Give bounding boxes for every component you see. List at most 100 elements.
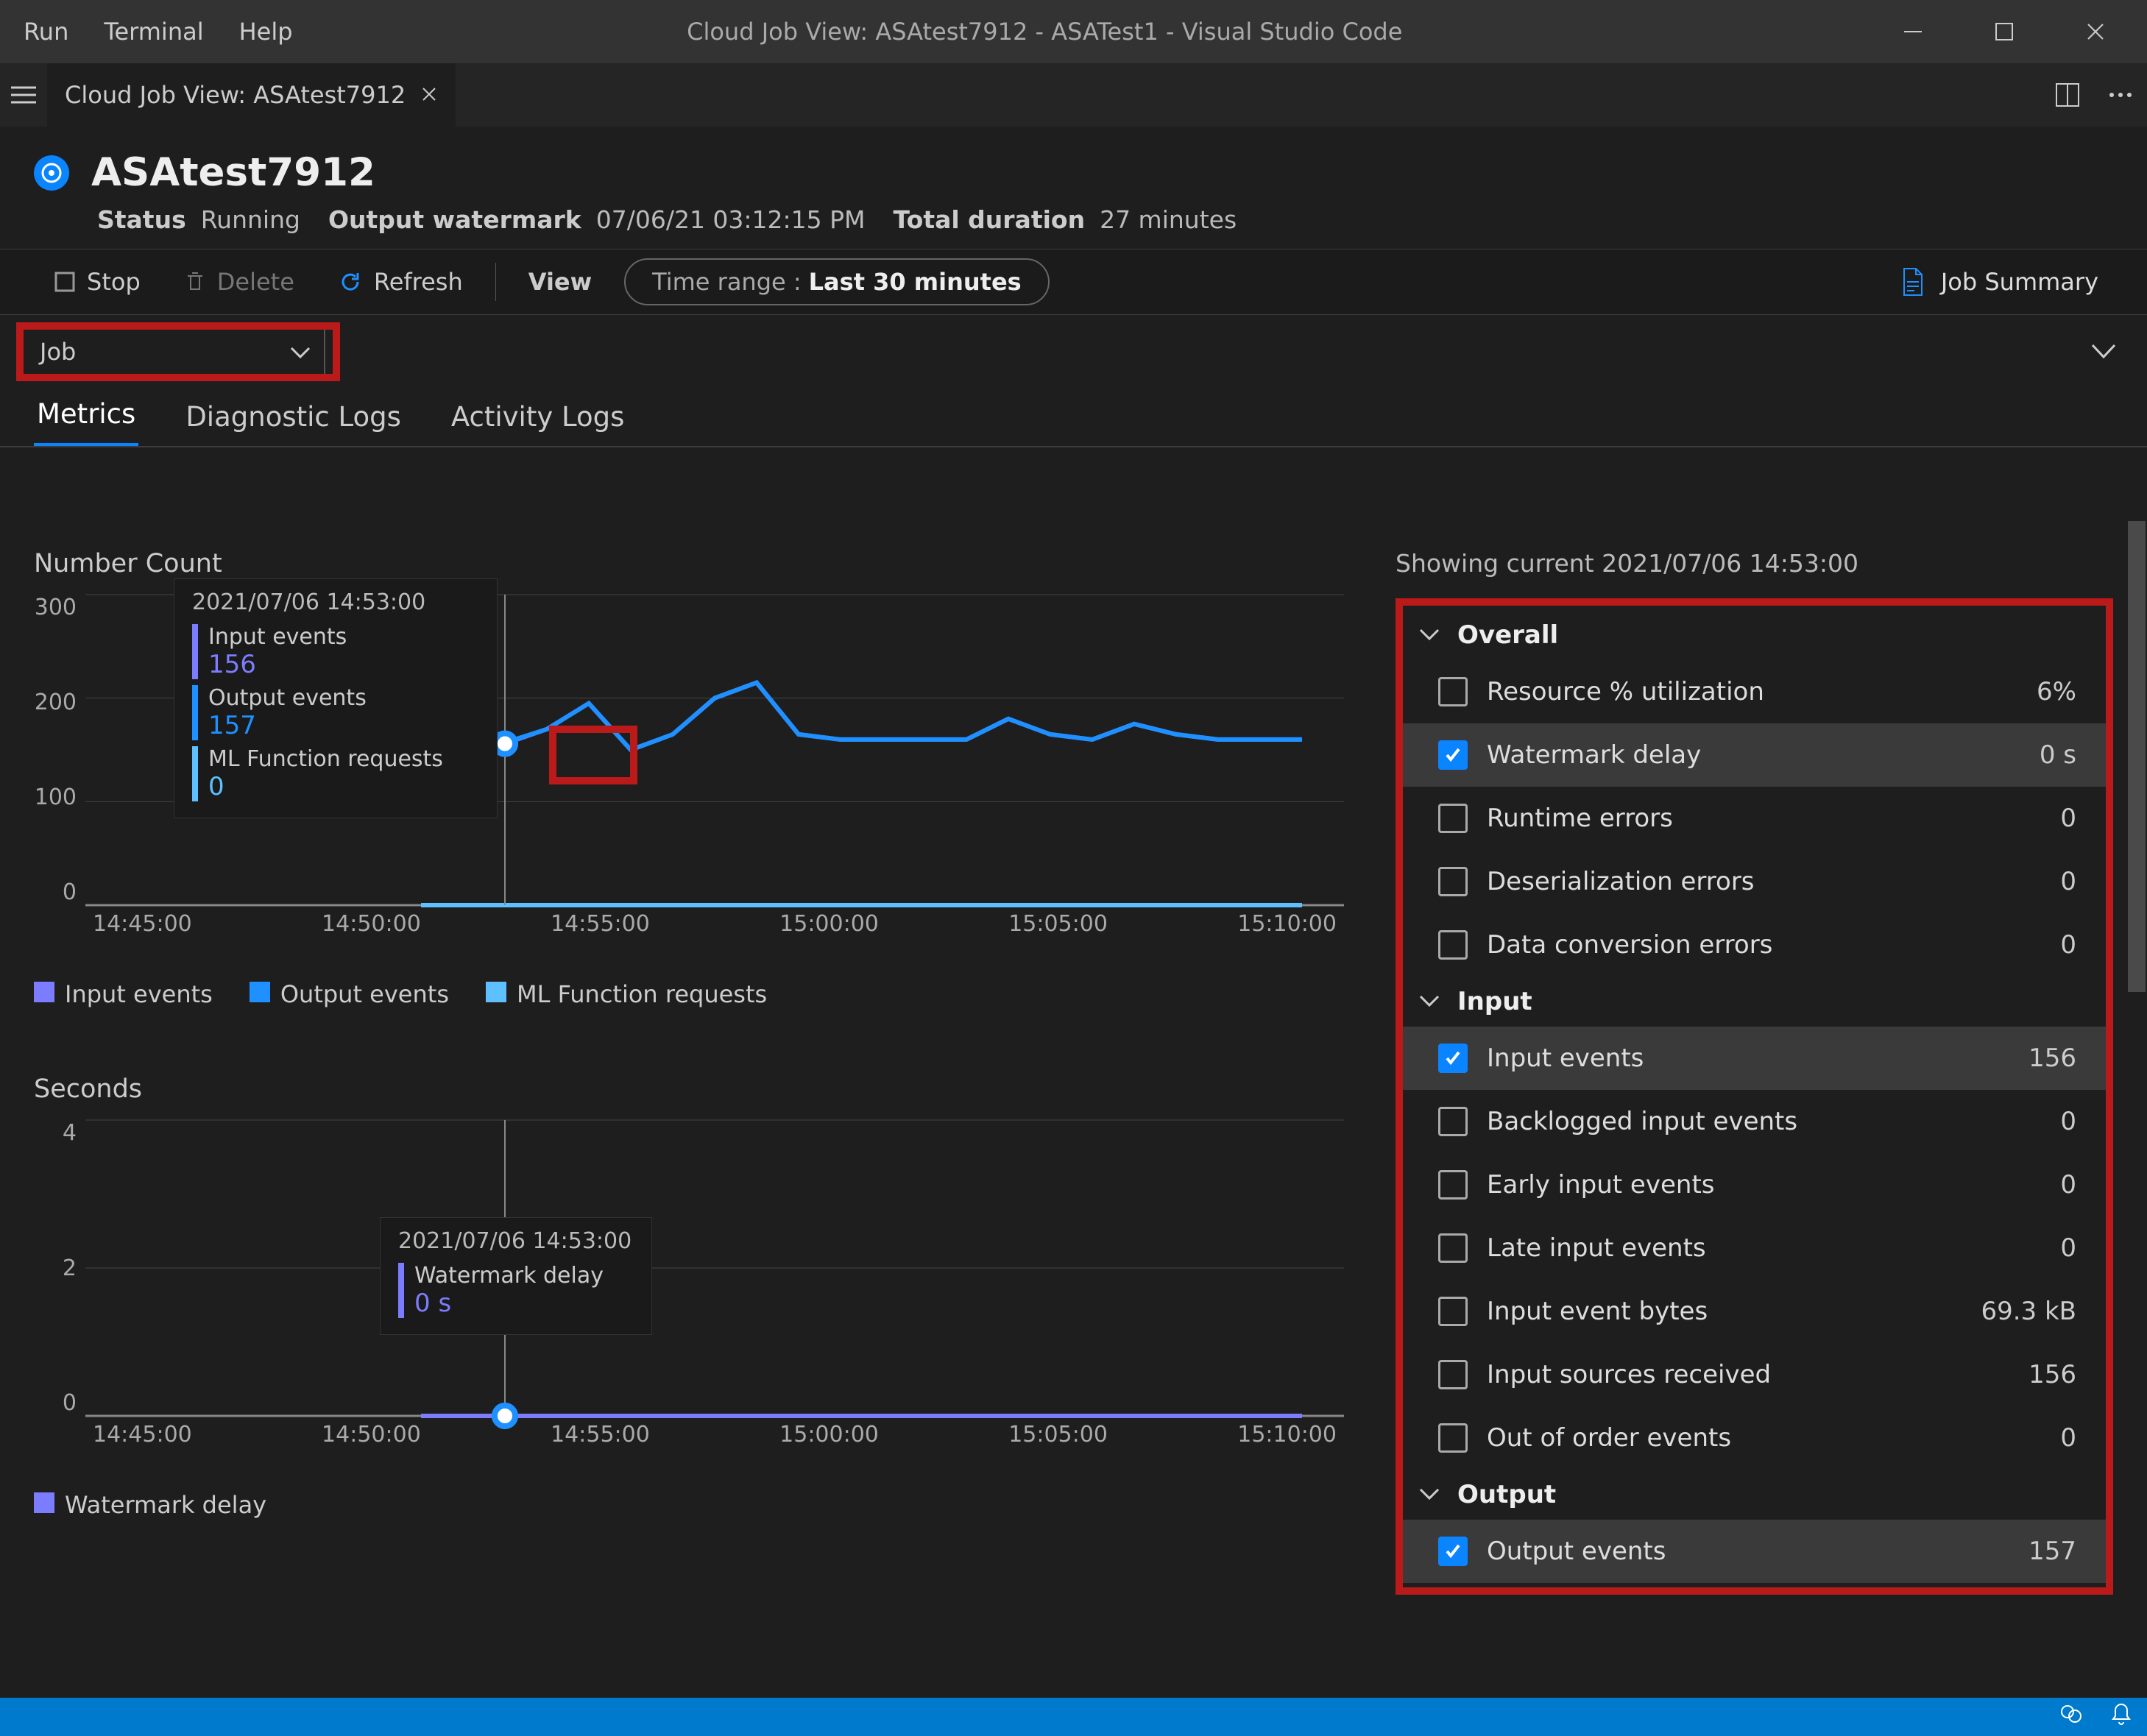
metrics-panel-highlight: OverallResource % utilization6%Watermark… xyxy=(1396,598,2113,1595)
metric-label: Input event bytes xyxy=(1487,1297,1957,1326)
job-header: ASAtest7912 Status Running Output waterm… xyxy=(0,127,2147,249)
menu-run[interactable]: Run xyxy=(6,0,86,63)
metric-value: 0 xyxy=(1976,1423,2094,1453)
job-toolbar: Stop Delete Refresh View Time range : La… xyxy=(0,249,2147,315)
legend-item[interactable]: Output events xyxy=(250,980,449,1008)
chart2-yaxis: 4 2 0 xyxy=(34,1120,85,1416)
timerange-selector[interactable]: Time range : Last 30 minutes xyxy=(624,258,1050,305)
metric-row[interactable]: Input sources received156 xyxy=(1403,1343,2106,1406)
chart-watermark-delay[interactable]: 4 2 0 14:45:0014:50:0014:55:0015:00:0015… xyxy=(34,1114,1344,1460)
chart2-legend: Watermark delay xyxy=(34,1491,1344,1519)
more-icon[interactable] xyxy=(2094,68,2147,121)
checkbox[interactable] xyxy=(1438,804,1468,833)
maximize-icon[interactable] xyxy=(1979,7,2029,57)
metric-label: Input events xyxy=(1487,1044,1957,1073)
chart2-xaxis: 14:45:0014:50:0014:55:0015:00:0015:05:00… xyxy=(85,1422,1344,1460)
tab-activity-logs[interactable]: Activity Logs xyxy=(448,401,628,446)
checkbox[interactable] xyxy=(1438,1537,1468,1566)
close-icon[interactable] xyxy=(2070,7,2121,57)
metrics-group-header[interactable]: Output xyxy=(1403,1470,2106,1520)
chart1-legend: Input events Output events ML Function req… xyxy=(34,980,1344,1008)
metric-row[interactable]: Runtime errors0 xyxy=(1403,787,2106,850)
tab-close-icon[interactable] xyxy=(420,81,438,109)
job-summary-button[interactable]: Job Summary xyxy=(1885,267,2113,297)
refresh-button[interactable]: Refresh xyxy=(318,258,484,305)
metrics-group-header[interactable]: Input xyxy=(1403,977,2106,1027)
chart-number-count[interactable]: 300 200 100 0 14:45:0014:50:0014:55:0015… xyxy=(34,589,1344,949)
checkbox[interactable] xyxy=(1438,677,1468,706)
job-summary-label: Job Summary xyxy=(1941,268,2098,296)
metric-row[interactable]: Data conversion errors0 xyxy=(1403,913,2106,977)
vertical-scrollbar[interactable] xyxy=(2126,520,2147,1698)
chart1-title: Number Count xyxy=(34,549,1344,578)
delete-label: Delete xyxy=(217,268,294,296)
scope-selector[interactable]: Job xyxy=(24,330,324,374)
scroll-thumb[interactable] xyxy=(2128,521,2146,992)
tab-metrics[interactable]: Metrics xyxy=(34,398,138,446)
feedback-icon[interactable] xyxy=(2059,1701,2084,1732)
cursor-marker-highlight xyxy=(549,726,637,784)
split-editor-icon[interactable] xyxy=(2041,68,2094,121)
metric-value: 69.3 kB xyxy=(1976,1297,2094,1326)
checkbox[interactable] xyxy=(1438,1044,1468,1073)
metrics-content: Number Count 300 200 100 0 14:45:0014:50… xyxy=(0,520,2147,1736)
metric-row[interactable]: Late input events0 xyxy=(1403,1216,2106,1280)
legend-item[interactable]: ML Function requests xyxy=(486,980,767,1008)
metric-row[interactable]: Watermark delay0 s xyxy=(1403,723,2106,787)
metric-label: Early input events xyxy=(1487,1170,1957,1200)
metric-row[interactable]: Output events157 xyxy=(1403,1520,2106,1583)
metric-row[interactable]: Early input events0 xyxy=(1403,1153,2106,1216)
metric-row[interactable]: Backlogged input events 0 xyxy=(1403,1090,2106,1153)
status-value: Running xyxy=(201,205,300,234)
menu-terminal[interactable]: Terminal xyxy=(86,0,221,63)
legend-item[interactable]: Input events xyxy=(34,980,213,1008)
chart2-plot xyxy=(85,1120,1344,1416)
metric-row[interactable]: Input event bytes 69.3 kB xyxy=(1403,1280,2106,1343)
checkbox[interactable] xyxy=(1438,740,1468,770)
metric-value: 0 s xyxy=(1976,740,2094,770)
azure-stream-icon xyxy=(34,155,69,191)
bell-icon[interactable] xyxy=(2110,1701,2132,1732)
metric-row[interactable]: Resource % utilization6% xyxy=(1403,660,2106,723)
checkbox[interactable] xyxy=(1438,1360,1468,1389)
metric-value: 156 xyxy=(1976,1044,2094,1073)
menu-icon[interactable] xyxy=(0,85,47,104)
metric-label: Deserialization errors xyxy=(1487,867,1957,896)
metric-label: Input sources received xyxy=(1487,1360,1957,1389)
stop-button[interactable]: Stop xyxy=(34,258,161,305)
metric-value: 0 xyxy=(1976,867,2094,896)
job-title: ASAtest7912 xyxy=(91,150,375,195)
tab-cloud-job-view[interactable]: Cloud Job View: ASAtest7912 xyxy=(47,63,456,127)
checkbox[interactable] xyxy=(1438,1107,1468,1136)
checkbox[interactable] xyxy=(1438,867,1468,896)
cloud-job-view-pane: ASAtest7912 Status Running Output waterm… xyxy=(0,127,2147,1736)
metric-value: 0 xyxy=(1976,1107,2094,1136)
metric-row[interactable]: Out of order events0 xyxy=(1403,1406,2106,1470)
chart2-tooltip: 2021/07/06 14:53:00 Watermark delay0 s xyxy=(380,1217,652,1335)
panel-collapse-icon[interactable] xyxy=(2091,338,2116,366)
trash-icon xyxy=(185,270,205,294)
checkbox[interactable] xyxy=(1438,1423,1468,1453)
stop-label: Stop xyxy=(87,268,141,296)
checkbox[interactable] xyxy=(1438,1233,1468,1263)
scope-selector-label: Job xyxy=(40,338,76,366)
refresh-label: Refresh xyxy=(374,268,463,296)
minimize-icon[interactable] xyxy=(1888,7,1938,57)
view-label: View xyxy=(508,258,612,305)
metrics-group-header[interactable]: Overall xyxy=(1403,610,2106,660)
metric-label: Backlogged input events xyxy=(1487,1107,1957,1136)
metric-value: 157 xyxy=(1976,1537,2094,1566)
status-label: Status xyxy=(97,205,186,234)
checkbox[interactable] xyxy=(1438,930,1468,960)
checkbox[interactable] xyxy=(1438,1297,1468,1326)
tab-diagnostic-logs[interactable]: Diagnostic Logs xyxy=(183,401,404,446)
metric-row[interactable]: Deserialization errors 0 xyxy=(1403,850,2106,913)
chart2-title: Seconds xyxy=(34,1074,1344,1104)
showing-timestamp: Showing current 2021/07/06 14:53:00 xyxy=(1396,549,2113,578)
metric-label: Data conversion errors xyxy=(1487,930,1957,960)
metric-label: Runtime errors xyxy=(1487,804,1957,833)
delete-button[interactable]: Delete xyxy=(164,258,315,305)
metric-row[interactable]: Input events 156 xyxy=(1403,1027,2106,1090)
checkbox[interactable] xyxy=(1438,1170,1468,1200)
legend-item[interactable]: Watermark delay xyxy=(34,1491,266,1519)
